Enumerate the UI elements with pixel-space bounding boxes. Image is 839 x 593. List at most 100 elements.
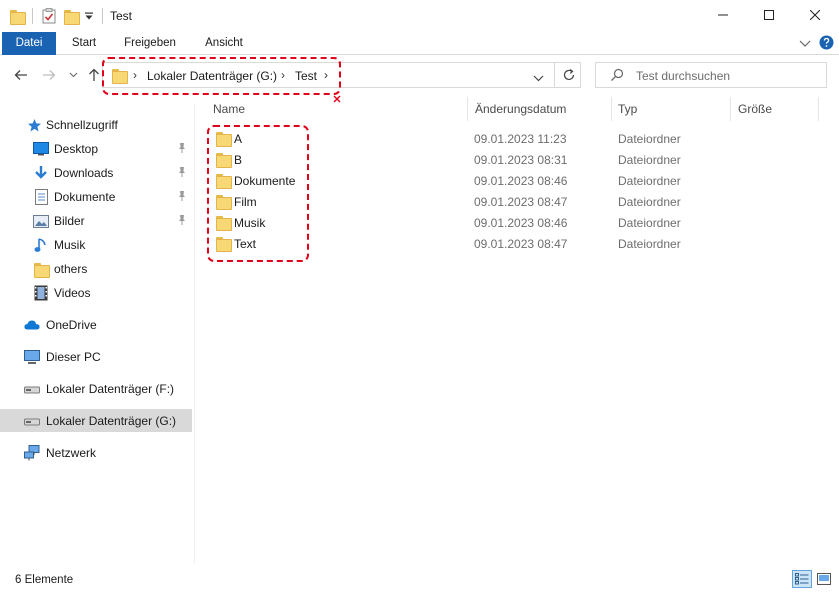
- help-icon[interactable]: [819, 35, 834, 53]
- details-view-button[interactable]: [792, 570, 812, 588]
- sidebar-item-onedrive[interactable]: OneDrive: [0, 313, 192, 336]
- sidebar-item-bilder[interactable]: Bilder: [0, 209, 192, 232]
- sidebar-item-drive-g[interactable]: Lokaler Datenträger (G:): [0, 409, 192, 432]
- arrow-left-icon: [14, 70, 27, 80]
- recent-locations-button[interactable]: [64, 66, 82, 84]
- file-type: Dateiordner: [618, 216, 681, 230]
- file-date: 09.01.2023 08:31: [474, 153, 568, 167]
- chevron-down-icon: [533, 75, 544, 82]
- window-title: Test: [110, 9, 133, 23]
- column-header-size[interactable]: Größe: [738, 102, 772, 122]
- network-icon: [24, 445, 40, 461]
- sidebar-item-musik[interactable]: Musik: [0, 233, 192, 256]
- sidebar-item-label: Videos: [54, 286, 91, 300]
- folder-icon: [10, 6, 26, 26]
- sidebar-item-label: Schnellzugriff: [46, 118, 118, 132]
- arrow-right-icon: [43, 70, 56, 80]
- sidebar-item-videos[interactable]: Videos: [0, 281, 192, 304]
- qat-separator: [32, 6, 33, 26]
- sidebar-item-label: Musik: [54, 238, 86, 252]
- file-type: Dateiordner: [618, 237, 681, 251]
- sidebar-item-dieser-pc[interactable]: Dieser PC: [0, 345, 192, 368]
- tab-datei[interactable]: Datei: [2, 32, 56, 55]
- address-highlight-annotation: [102, 57, 341, 95]
- sidebar-item-netzwerk[interactable]: Netzwerk: [0, 441, 192, 464]
- sidebar-item-label: others: [54, 262, 88, 276]
- sidebar-item-label: Downloads: [54, 166, 114, 180]
- sidebar-item-others[interactable]: others: [0, 257, 192, 280]
- drive-icon: [24, 413, 40, 429]
- expand-ribbon-icon[interactable]: [799, 38, 811, 52]
- file-type: Dateiordner: [618, 153, 681, 167]
- maximize-button[interactable]: [746, 0, 792, 30]
- pin-icon[interactable]: [176, 166, 188, 178]
- file-list-highlight-annotation: [207, 125, 309, 262]
- sidebar-item-label: Dokumente: [54, 190, 116, 204]
- arrow-up-icon: [89, 68, 99, 81]
- sidebar-item-drive-f[interactable]: Lokaler Datenträger (F:): [0, 377, 192, 400]
- folder-icon: [33, 261, 50, 278]
- column-divider[interactable]: [611, 97, 612, 121]
- sidebar-item-desktop[interactable]: Desktop: [0, 137, 192, 160]
- large-icons-view-button[interactable]: [814, 570, 834, 588]
- picture-icon: [33, 213, 49, 229]
- close-icon: [333, 92, 341, 106]
- sidebar-item-label: Bilder: [54, 214, 85, 228]
- column-header-type[interactable]: Typ: [618, 102, 637, 122]
- new-folder-icon[interactable]: [64, 6, 80, 26]
- file-type: Dateiordner: [618, 195, 681, 209]
- file-date: 09.01.2023 08:46: [474, 216, 568, 230]
- large-icons-view-icon: [817, 573, 831, 585]
- download-icon: [33, 165, 49, 181]
- back-button[interactable]: [12, 66, 30, 84]
- video-icon: [33, 285, 49, 301]
- pin-icon[interactable]: [176, 214, 188, 226]
- sidebar-item-downloads[interactable]: Downloads: [0, 161, 192, 184]
- file-date: 09.01.2023 11:23: [474, 132, 567, 146]
- navigation-pane: Schnellzugriff Desktop Downloads Dokumen…: [0, 104, 195, 564]
- tab-start[interactable]: Start: [62, 32, 106, 55]
- column-divider[interactable]: [818, 97, 819, 121]
- tab-freigeben[interactable]: Freigeben: [116, 32, 184, 55]
- document-icon: [33, 189, 49, 205]
- search-box[interactable]: Test durchsuchen: [595, 62, 827, 88]
- file-date: 09.01.2023 08:47: [474, 237, 568, 251]
- maximize-icon: [764, 10, 774, 20]
- close-button[interactable]: [792, 0, 838, 30]
- address-divider: [554, 63, 555, 87]
- column-divider[interactable]: [730, 97, 731, 121]
- close-icon: [810, 10, 820, 20]
- sidebar-item-label: Lokaler Datenträger (F:): [46, 382, 175, 396]
- file-date: 09.01.2023 08:47: [474, 195, 568, 209]
- column-divider[interactable]: [467, 97, 468, 121]
- sidebar-item-label: OneDrive: [46, 318, 97, 332]
- qat-separator: [102, 6, 103, 26]
- details-view-icon: [795, 573, 809, 585]
- file-type: Dateiordner: [618, 132, 681, 146]
- up-button[interactable]: [85, 66, 103, 84]
- sidebar-item-dokumente[interactable]: Dokumente: [0, 185, 192, 208]
- sidebar-item-label: Lokaler Datenträger (G:): [46, 414, 177, 428]
- refresh-button[interactable]: [562, 68, 576, 85]
- address-history-button[interactable]: [533, 71, 544, 85]
- tab-ansicht[interactable]: Ansicht: [196, 32, 252, 55]
- file-type: Dateiordner: [618, 174, 681, 188]
- desktop-icon: [33, 141, 49, 157]
- forward-button[interactable]: [40, 66, 58, 84]
- column-header-date[interactable]: Änderungsdatum: [475, 102, 566, 122]
- music-icon: [33, 237, 49, 253]
- pin-icon[interactable]: [176, 190, 188, 202]
- refresh-icon: [563, 69, 575, 81]
- minimize-icon: [718, 14, 728, 16]
- sidebar-item-label: Dieser PC: [46, 350, 101, 364]
- column-header-name[interactable]: Name: [213, 102, 245, 122]
- chevron-down-icon: [69, 72, 77, 78]
- search-input[interactable]: Test durchsuchen: [636, 69, 730, 83]
- cloud-icon: [24, 317, 40, 333]
- properties-icon[interactable]: [42, 6, 56, 26]
- minimize-button[interactable]: [700, 0, 746, 30]
- sidebar-item-schnellzugriff[interactable]: Schnellzugriff: [0, 113, 192, 136]
- chevron-down-icon[interactable]: [84, 6, 94, 26]
- drive-icon: [24, 381, 40, 397]
- pin-icon[interactable]: [176, 142, 188, 154]
